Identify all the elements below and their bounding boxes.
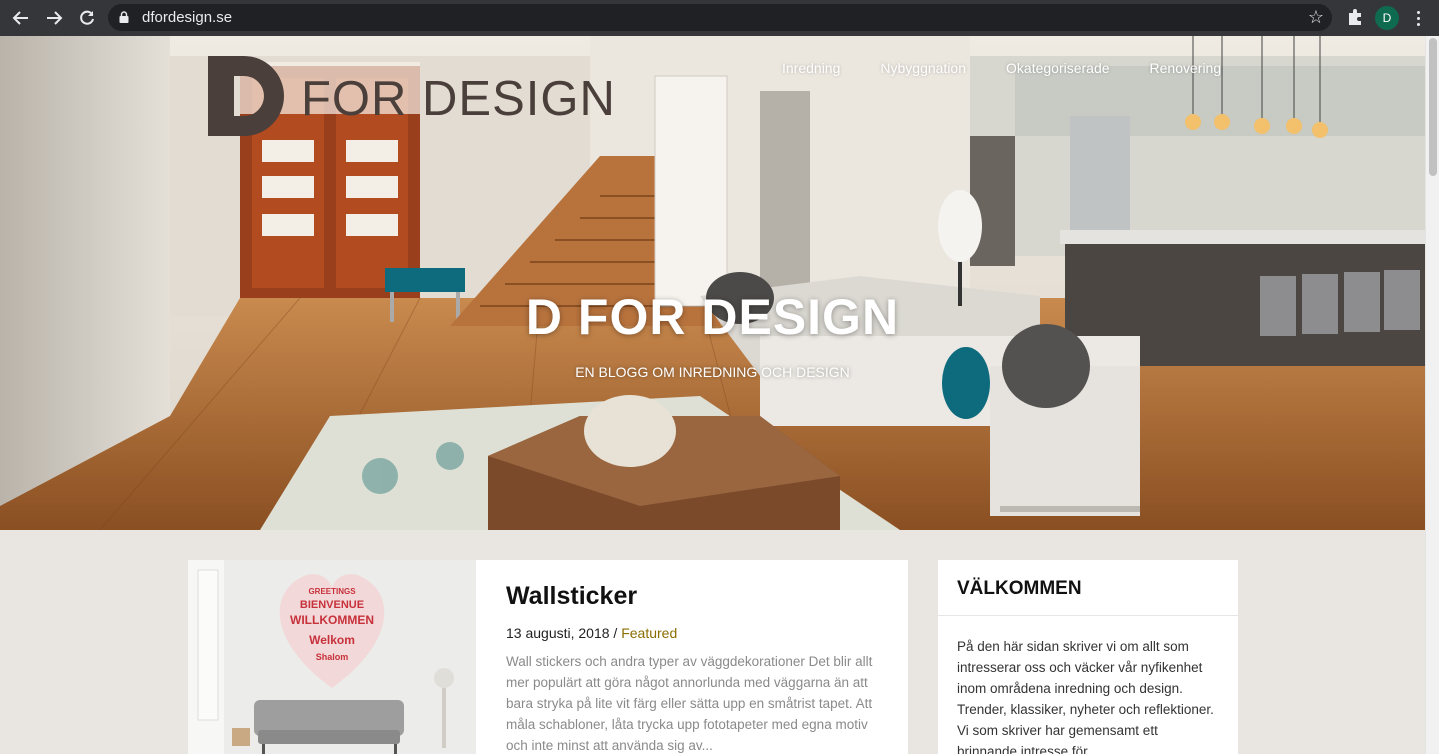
back-icon[interactable]	[9, 6, 33, 30]
thumb-word-4: Welkom	[309, 633, 355, 647]
lock-icon	[119, 11, 129, 23]
logo-text: FOR DESIGN	[301, 72, 616, 126]
widget-text: På den här sidan skriver vi om allt som …	[957, 639, 1214, 754]
profile-avatar[interactable]: D	[1375, 6, 1399, 30]
post-title[interactable]: Wallsticker	[506, 582, 886, 611]
nav-item-okategoriserade[interactable]: Okategoriserade	[1006, 60, 1110, 76]
thumb-word-1: GREETINGS	[308, 587, 356, 596]
post-date: 13 augusti, 2018	[506, 625, 610, 641]
site-logo[interactable]: FOR DESIGN	[208, 56, 615, 138]
main-nav: Inredning Nybyggnation Okategoriserade R…	[782, 60, 1221, 76]
page-scrollbar[interactable]	[1425, 36, 1439, 754]
thumb-word-5: Shalom	[316, 652, 349, 662]
post-excerpt: Wall stickers och andra typer av väggdek…	[506, 654, 873, 753]
post-thumbnail[interactable]: GREETINGS BIENVENUE WILLKOMMEN Welkom Sh…	[188, 560, 476, 754]
url-text: dfordesign.se	[142, 9, 233, 26]
scrollbar-thumb[interactable]	[1429, 38, 1437, 176]
nav-item-nybyggnation[interactable]: Nybyggnation	[880, 60, 966, 76]
puzzle-icon[interactable]	[1345, 7, 1365, 27]
forward-icon[interactable]	[42, 6, 66, 30]
logo-d-mark	[208, 56, 284, 136]
nav-item-inredning[interactable]: Inredning	[782, 60, 840, 76]
widget-title: VÄLKOMMEN	[938, 560, 1238, 616]
site-tagline: EN BLOGG OM INREDNING OCH DESIGN	[575, 364, 850, 380]
post-card: GREETINGS BIENVENUE WILLKOMMEN Welkom Sh…	[188, 560, 908, 754]
hero-banner: FOR DESIGN Inredning Nybyggnation Okateg…	[0, 36, 1425, 530]
star-icon[interactable]: ☆	[1308, 7, 1324, 27]
welcome-widget: VÄLKOMMEN På den här sidan skriver vi om…	[938, 560, 1238, 754]
post-body: Wallsticker 13 augusti, 2018 / Featured …	[506, 582, 886, 754]
nav-item-renovering[interactable]: Renovering	[1150, 60, 1222, 76]
reload-icon[interactable]	[75, 6, 99, 30]
browser-toolbar: dfordesign.se ☆ D	[0, 0, 1439, 36]
thumb-word-3: WILLKOMMEN	[290, 613, 374, 627]
thumb-word-2: BIENVENUE	[300, 599, 364, 611]
page-viewport: FOR DESIGN Inredning Nybyggnation Okateg…	[0, 36, 1439, 754]
post-category-link[interactable]: Featured	[621, 625, 677, 641]
meta-separator: /	[609, 625, 622, 641]
address-bar[interactable]: dfordesign.se ☆	[108, 4, 1332, 31]
post-meta: 13 augusti, 2018 / Featured	[506, 625, 886, 641]
menu-icon[interactable]	[1411, 6, 1425, 30]
wallsticker-photo: GREETINGS BIENVENUE WILLKOMMEN Welkom Sh…	[188, 560, 476, 754]
site-title: D FOR DESIGN	[525, 289, 900, 345]
